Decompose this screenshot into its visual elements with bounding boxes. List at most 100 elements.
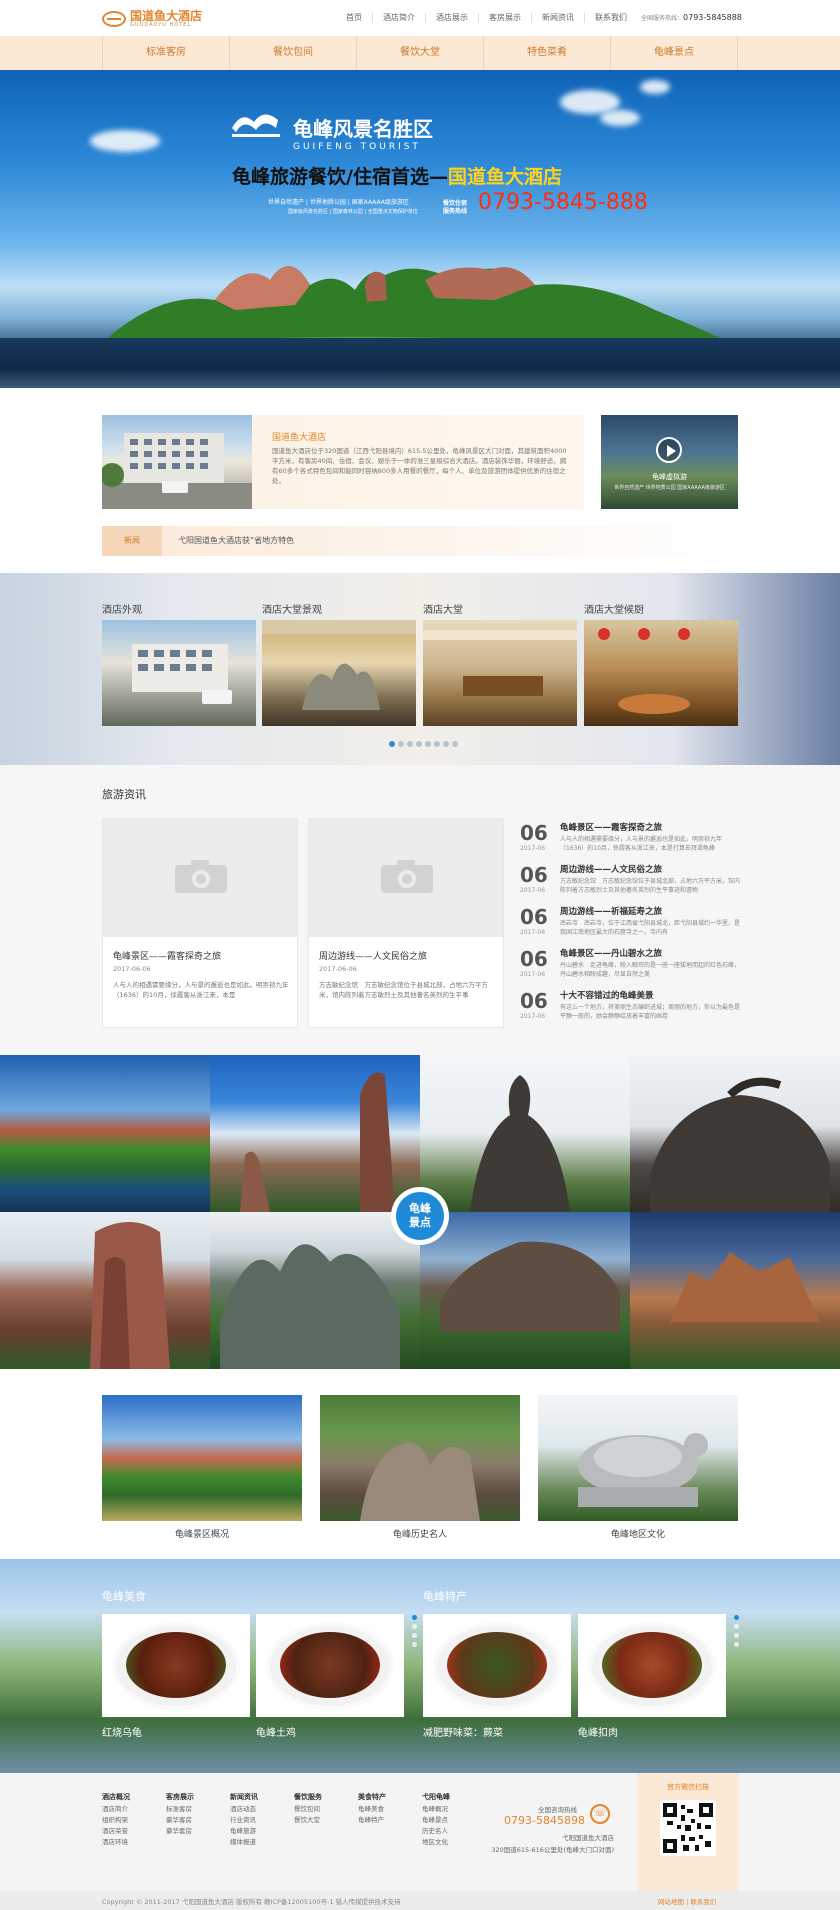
wechat-qr-code[interactable]: [660, 1800, 716, 1856]
news-card[interactable]: 龟峰景区——霞客探奇之旅 2017-06-06 人与人的相遇需要缘分，人与景的邂…: [102, 818, 298, 1028]
scenic-photo-lake-peaks[interactable]: [0, 1055, 210, 1212]
gallery-photo-exterior[interactable]: [102, 620, 256, 726]
pagination-dot[interactable]: [389, 741, 395, 747]
footer-link[interactable]: 龟峰概况: [422, 1804, 450, 1815]
pagination-dot[interactable]: [452, 741, 458, 747]
hotel-building-photo[interactable]: [102, 415, 252, 509]
news-ticker-text[interactable]: 弋阳国道鱼大酒店获“省地方特色: [178, 526, 294, 556]
dish-photo[interactable]: [423, 1614, 571, 1717]
culture-label[interactable]: 龟峰历史名人: [320, 1527, 520, 1540]
news-list-item[interactable]: 06 2017-06 十大不容错过的龟峰美景 有这么一个地方，将美丽生态编织进城…: [520, 990, 740, 1030]
scenic-photo-rock-pillars[interactable]: [210, 1055, 420, 1212]
scenic-photo-mesa[interactable]: [420, 1212, 630, 1369]
footer-address-line1: 弋阳国道鱼大酒店: [562, 1834, 614, 1842]
dish-photo[interactable]: [256, 1614, 404, 1717]
footer-link[interactable]: 龟峰旅游: [230, 1826, 258, 1837]
pagination-dot[interactable]: [398, 741, 404, 747]
nav-news[interactable]: 新闻资讯: [531, 13, 584, 23]
scenic-photo-sunset-ridge[interactable]: [630, 1212, 840, 1369]
footer-col-heading[interactable]: 美食特产: [358, 1792, 386, 1803]
pagination-dot[interactable]: [734, 1624, 739, 1629]
pagination-dot[interactable]: [734, 1615, 739, 1620]
pagination-dot[interactable]: [434, 741, 440, 747]
news-list-item[interactable]: 06 2017-06 龟峰景区——霞客探奇之旅 人与人的相遇需要缘分，人与景的邂…: [520, 822, 740, 862]
footer-link[interactable]: 豪华客房: [166, 1815, 194, 1826]
pagination-dot[interactable]: [412, 1615, 417, 1620]
subnav-standard-room[interactable]: 标准客房: [102, 36, 229, 70]
balanced-rock-illustration: [470, 1075, 570, 1212]
building-illustration: [102, 433, 252, 509]
footer-link[interactable]: 标准客房: [166, 1804, 194, 1815]
scenic-photo-red-cliff[interactable]: [0, 1212, 210, 1369]
footer-col-heading[interactable]: 新闻资讯: [230, 1792, 258, 1803]
pagination-dot[interactable]: [412, 1633, 417, 1638]
scenic-badge[interactable]: 龟峰 景点: [391, 1187, 449, 1245]
gallery-photo-lobby[interactable]: [423, 620, 577, 726]
footer-link[interactable]: 组织构架: [102, 1815, 130, 1826]
news-list-item[interactable]: 06 2017-06 龟峰景区——丹山碧水之旅 丹山碧水 走进龟峰，映入眼帘的是…: [520, 948, 740, 988]
footer-link[interactable]: 酒店动态: [230, 1804, 258, 1815]
dish-photo[interactable]: [102, 1614, 250, 1717]
dish-label[interactable]: 减肥野味菜：蕨菜: [423, 1724, 503, 1739]
footer-link[interactable]: 龟峰美食: [358, 1804, 386, 1815]
footer-col-food: 美食特产 龟峰美食 龟峰特产: [358, 1792, 386, 1826]
footer-col-heading[interactable]: 弋阳龟峰: [422, 1792, 450, 1803]
nav-contact[interactable]: 联系我们: [584, 13, 637, 23]
footer-link[interactable]: 龟峰特产: [358, 1815, 386, 1826]
footer-link[interactable]: 历史名人: [422, 1826, 450, 1837]
subnav-scenic-spots[interactable]: 龟峰景点: [610, 36, 738, 70]
gallery-photo-dining[interactable]: [584, 620, 738, 726]
dish-label[interactable]: 红烧乌龟: [102, 1724, 142, 1739]
gallery-caption: 酒店大堂: [423, 605, 463, 616]
footer-link[interactable]: 地区文化: [422, 1837, 450, 1848]
pagination-dot[interactable]: [416, 741, 422, 747]
nav-home[interactable]: 首页: [336, 13, 372, 23]
culture-label[interactable]: 龟峰景区概况: [102, 1527, 302, 1540]
virtual-tour-video[interactable]: [601, 415, 738, 509]
pagination-dot[interactable]: [425, 741, 431, 747]
footer-link[interactable]: 行业资讯: [230, 1815, 258, 1826]
culture-photo-celebrities[interactable]: [320, 1395, 520, 1521]
dish-photo[interactable]: [578, 1614, 726, 1717]
hotel-logo[interactable]: 国道鱼大酒店 GUODAOYU HOTEL: [102, 8, 222, 30]
scenic-photo-turtle-rock[interactable]: [630, 1055, 840, 1212]
footer-col-heading[interactable]: 客房展示: [166, 1792, 194, 1803]
pagination-dot[interactable]: [407, 741, 413, 747]
gallery-photo-lobby-scenery[interactable]: [262, 620, 416, 726]
subnav-dining-hall[interactable]: 餐饮大堂: [356, 36, 483, 70]
dish-label[interactable]: 龟峰扣肉: [578, 1724, 618, 1739]
footer-link[interactable]: 媒体报道: [230, 1837, 258, 1848]
scenic-photo-balanced-rock[interactable]: [420, 1055, 630, 1212]
footer-link[interactable]: 龟峰景点: [422, 1815, 450, 1826]
footer-sitemap-links[interactable]: 网站地图 | 联系我们: [658, 1896, 716, 1906]
culture-photo-turtle-statue[interactable]: [538, 1395, 738, 1521]
news-list-item[interactable]: 06 2017-06 周边游线——祈福延寿之旅 南岩寺 南岩寺，位于江西省弋阳县…: [520, 906, 740, 946]
footer-link[interactable]: 餐饮包间: [294, 1804, 322, 1815]
nav-about[interactable]: 酒店简介: [372, 13, 425, 23]
scenic-area-logo-icon: [232, 114, 280, 137]
subnav-specialty-dishes[interactable]: 特色菜肴: [483, 36, 610, 70]
culture-photo-overview[interactable]: [102, 1395, 302, 1521]
footer-link[interactable]: 餐饮大堂: [294, 1815, 322, 1826]
footer-link[interactable]: 酒店环境: [102, 1837, 130, 1848]
dish-label[interactable]: 龟峰土鸡: [256, 1724, 296, 1739]
culture-label[interactable]: 龟峰地区文化: [538, 1527, 738, 1540]
pagination-dot[interactable]: [734, 1633, 739, 1638]
pagination-dot[interactable]: [443, 741, 449, 747]
nav-showcase[interactable]: 酒店展示: [425, 13, 478, 23]
pagination-dot[interactable]: [734, 1642, 739, 1647]
pagination-dot[interactable]: [412, 1642, 417, 1647]
pagination-dot[interactable]: [412, 1624, 417, 1629]
news-card[interactable]: 周边游线——人文民俗之旅 2017-06-06 方志敏纪念馆 方志敏纪念馆位于县…: [308, 818, 504, 1028]
intro-title[interactable]: 国道鱼大酒店: [272, 430, 326, 443]
footer-link[interactable]: 酒店荣誉: [102, 1826, 130, 1837]
scenic-photo-green-peaks[interactable]: [210, 1212, 420, 1369]
footer-col-heading[interactable]: 餐饮服务: [294, 1792, 322, 1803]
nav-rooms[interactable]: 客房展示: [478, 13, 531, 23]
subnav-private-dining[interactable]: 餐饮包间: [229, 36, 356, 70]
footer-link[interactable]: 酒店简介: [102, 1804, 130, 1815]
footer-link[interactable]: 豪华套房: [166, 1826, 194, 1837]
footer-col-heading[interactable]: 酒店概况: [102, 1792, 130, 1803]
news-list-item[interactable]: 06 2017-06 周边游线——人文民俗之旅 方志敏纪念馆 方志敏纪念馆位于县…: [520, 864, 740, 904]
play-icon[interactable]: [656, 437, 682, 463]
